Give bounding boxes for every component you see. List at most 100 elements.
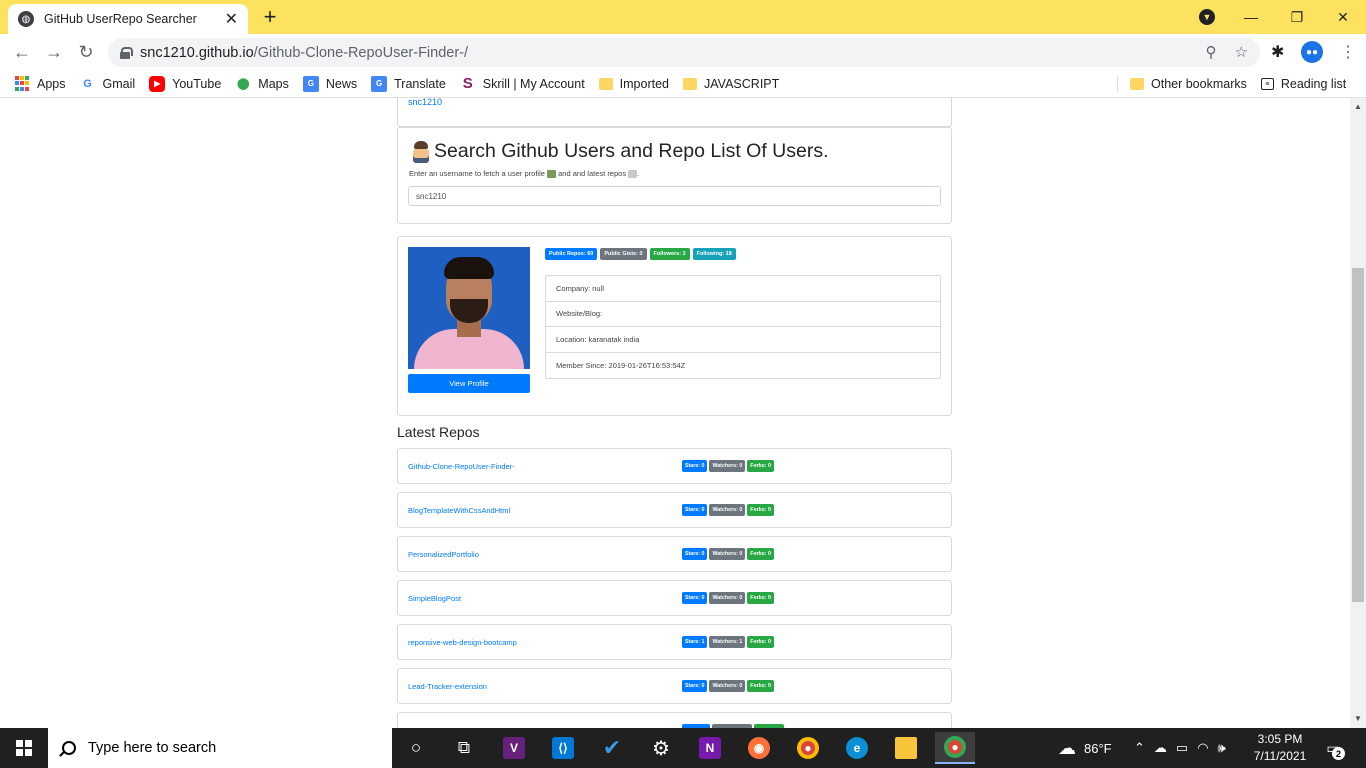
address-bar[interactable]: snc1210.github.io/Github-Clone-RepoUser-… [108, 38, 1260, 67]
view-profile-button[interactable]: View Profile [408, 374, 530, 393]
stars-badge: Stars: 0 [682, 592, 708, 604]
firefox-icon[interactable]: ◉ [739, 732, 779, 764]
stars-badge: Stars: 0 [682, 504, 708, 516]
vscode-icon[interactable]: ⟨⟩ [543, 732, 583, 764]
weather-widget[interactable]: ☁ 86°F [1058, 728, 1112, 768]
file-explorer-icon[interactable] [886, 732, 926, 764]
watchers-badge: Watchers: 1 [709, 636, 746, 648]
reading-list[interactable]: ≡ Reading list [1260, 77, 1346, 91]
repo-card: Github-Clone-RepoUser-Finder- Stars: 0 W… [397, 448, 952, 484]
repo-link[interactable]: BlogTemplateWithCssAndHtml [408, 506, 510, 515]
bookmark-apps[interactable]: Apps [14, 75, 66, 92]
repo-link[interactable]: PersonalizedPortfolio [408, 550, 479, 559]
repo-card-partial [397, 712, 952, 728]
bookmark-youtube[interactable]: ▶ YouTube [149, 75, 221, 92]
news-icon: G [302, 75, 319, 92]
scroll-up-arrow-icon[interactable]: ▲ [1354, 102, 1362, 111]
task-view-icon[interactable]: ⧉ [444, 732, 484, 764]
restore-button[interactable]: ❐ [1274, 0, 1320, 34]
bookmark-gmail[interactable]: G Gmail [80, 76, 135, 92]
todo-check-icon[interactable]: ✔ [592, 732, 632, 764]
battery-icon[interactable]: ▭ [1176, 740, 1188, 756]
skrill-icon: S [462, 75, 473, 92]
forks-badge: Forks: 0 [747, 548, 774, 560]
search-icon [62, 741, 76, 755]
onenote-icon[interactable]: N [690, 732, 730, 764]
following-badge: Following: 18 [692, 248, 736, 260]
public-gists-badge: Public Gists: 0 [600, 248, 647, 260]
bookmark-skrill[interactable]: S Skrill | My Account [460, 75, 585, 92]
menu-dots-icon[interactable]: ⋮ [1340, 42, 1356, 62]
reload-button[interactable]: ↻ [74, 40, 98, 64]
scroll-down-arrow-icon[interactable]: ▼ [1354, 714, 1362, 723]
stars-badge: Stars: 1 [682, 636, 708, 648]
public-repos-badge: Public Repos: 60 [545, 248, 598, 260]
apps-grid-icon [14, 75, 30, 92]
close-window-button[interactable]: ✕ [1320, 0, 1366, 34]
browser-tab[interactable]: ◍ GitHub UserRepo Searcher ✕ [8, 4, 248, 34]
watchers-badge: Watchers: 0 [709, 504, 746, 516]
tab-search-icon[interactable]: ▼ [1199, 9, 1215, 25]
tab-strip: ◍ GitHub UserRepo Searcher ✕ + ▼ — ❐ ✕ [0, 0, 1366, 34]
repo-link[interactable]: SimpleBlogPost [408, 594, 461, 603]
bookmark-star-icon[interactable]: ☆ [1235, 43, 1248, 61]
maps-pin-icon: ⬤ [237, 78, 250, 90]
profile-info-list: Company: null Website/Blog: Location: ka… [545, 275, 941, 379]
forks-badge: Forks: 0 [747, 504, 774, 516]
window-controls: — ❐ ✕ [1228, 0, 1366, 34]
bookmark-news[interactable]: G News [302, 75, 357, 92]
windows-logo-icon [16, 740, 32, 756]
start-button[interactable] [0, 728, 48, 768]
member-since-info: Member Since: 2019-01-26T16:53:54Z [556, 360, 686, 370]
visual-studio-icon[interactable]: V [494, 732, 534, 764]
page-scrollbar[interactable]: ▲ ▼ [1350, 98, 1366, 728]
edge-icon[interactable]: e [837, 732, 877, 764]
profile-avatar[interactable]: ●● [1301, 41, 1323, 63]
clock-time: 3:05 PM [1257, 732, 1303, 746]
lock-icon[interactable] [120, 46, 133, 59]
repo-card: SimpleBlogPost Stars: 0 Watchers: 0 Fork… [397, 580, 952, 616]
bookmarks-bar: Apps G Gmail ▶ YouTube ⬤ Maps G News G T… [0, 70, 1366, 98]
bookmark-folder-javascript[interactable]: JAVASCRIPT [683, 77, 779, 91]
repo-link[interactable]: reponsive-web-design-bootcamp [408, 638, 517, 647]
close-tab-icon[interactable]: ✕ [225, 9, 238, 29]
bookmark-folder-imported[interactable]: Imported [598, 77, 669, 91]
repo-link[interactable]: Github-Clone-RepoUser-Finder- [408, 462, 515, 471]
profile-card: View Profile Public Repos: 60 Public Gis… [397, 236, 952, 416]
extensions-puzzle-icon[interactable]: ✱ [1271, 42, 1284, 62]
translate-icon: G [371, 75, 388, 92]
notification-center-button[interactable]: ▭ 2 [1320, 736, 1346, 760]
minimize-button[interactable]: — [1228, 0, 1274, 34]
bookmark-maps[interactable]: ⬤ Maps [235, 76, 289, 92]
repo-link[interactable]: Lead-Tracker-extension [408, 682, 487, 691]
onedrive-cloud-icon[interactable]: ☁ [1154, 740, 1167, 756]
chevron-up-icon[interactable]: ⌃ [1134, 740, 1145, 756]
cortana-icon[interactable]: ○ [396, 732, 436, 764]
forks-badge: Forks: 0 [747, 680, 774, 692]
taskbar-search-placeholder: Type here to search [88, 740, 217, 756]
stars-badge: Stars: 0 [682, 460, 708, 472]
followers-badge: Followers: 2 [649, 248, 690, 260]
new-tab-button[interactable]: + [258, 4, 282, 29]
previous-link[interactable]: snc1210 [408, 98, 442, 107]
forks-badge: Forks: 0 [747, 636, 774, 648]
company-info: Company: null [546, 276, 940, 302]
forward-button[interactable]: → [42, 40, 66, 64]
watchers-badge: Watchers: 0 [709, 680, 746, 692]
wifi-icon[interactable]: ◠ [1197, 740, 1208, 756]
taskbar-search-box[interactable]: Type here to search [48, 728, 392, 768]
other-bookmarks[interactable]: Other bookmarks [1130, 77, 1247, 91]
scrollbar-thumb[interactable] [1352, 268, 1364, 602]
bookmark-translate[interactable]: G Translate [371, 75, 446, 92]
youtube-icon: ▶ [149, 75, 166, 92]
search-input[interactable] [408, 186, 941, 206]
chrome-icon[interactable]: ● [788, 732, 828, 764]
settings-gear-icon[interactable]: ⚙ [641, 732, 681, 764]
chrome-active-icon[interactable]: ● [935, 732, 975, 764]
latest-repos-heading: Latest Repos [397, 424, 480, 440]
zoom-search-icon[interactable]: ⚲ [1206, 43, 1217, 61]
volume-icon[interactable]: 🕪 [1218, 740, 1226, 756]
system-clock[interactable]: 3:05 PM 7/11/2021 [1250, 731, 1310, 765]
back-button[interactable]: ← [10, 40, 34, 64]
location-info: Location: karanatak india [546, 327, 940, 353]
